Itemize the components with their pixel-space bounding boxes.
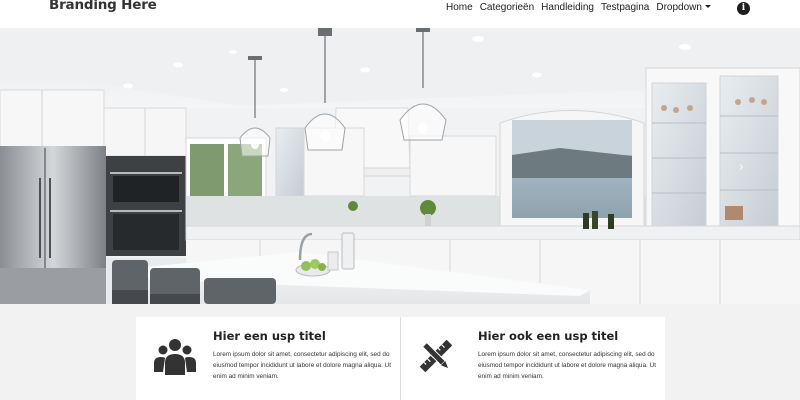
chevron-right-icon[interactable]: › bbox=[739, 160, 744, 175]
users-icon bbox=[154, 339, 196, 375]
main-nav: Home Categorieën Handleiding Testpagina … bbox=[446, 2, 711, 13]
nav-home[interactable]: Home bbox=[446, 2, 473, 13]
usp-card: Hier ook een usp titel Lorem ipsum dolor… bbox=[401, 317, 665, 400]
brand-logo[interactable]: Branding Here bbox=[49, 0, 157, 13]
kitchen-photo bbox=[0, 28, 800, 304]
usp-title: Hier een usp titel bbox=[213, 329, 326, 343]
nav-categorieen[interactable]: Categorieën bbox=[480, 2, 534, 13]
nav-testpagina[interactable]: Testpagina bbox=[601, 2, 649, 13]
navbar: Branding Here Home Categorieën Handleidi… bbox=[0, 0, 800, 28]
usp-card: Hier een usp titel Lorem ipsum dolor sit… bbox=[136, 317, 401, 400]
caret-down-icon bbox=[704, 4, 711, 8]
usp-text: Lorem ipsum dolor sit amet, consectetur … bbox=[478, 351, 656, 380]
nav-handleiding[interactable]: Handleiding bbox=[541, 2, 594, 13]
usp-text: Lorem ipsum dolor sit amet, consectetur … bbox=[213, 351, 391, 380]
pencil-ruler-icon bbox=[419, 339, 453, 373]
nav-dropdown[interactable]: Dropdown bbox=[656, 2, 711, 13]
nav-dropdown-label: Dropdown bbox=[656, 2, 702, 13]
usp-title: Hier ook een usp titel bbox=[478, 329, 619, 343]
info-circle-icon[interactable]: i bbox=[737, 2, 750, 15]
usp-section: Hier een usp titel Lorem ipsum dolor sit… bbox=[0, 304, 800, 400]
hero-carousel: › bbox=[0, 28, 800, 304]
